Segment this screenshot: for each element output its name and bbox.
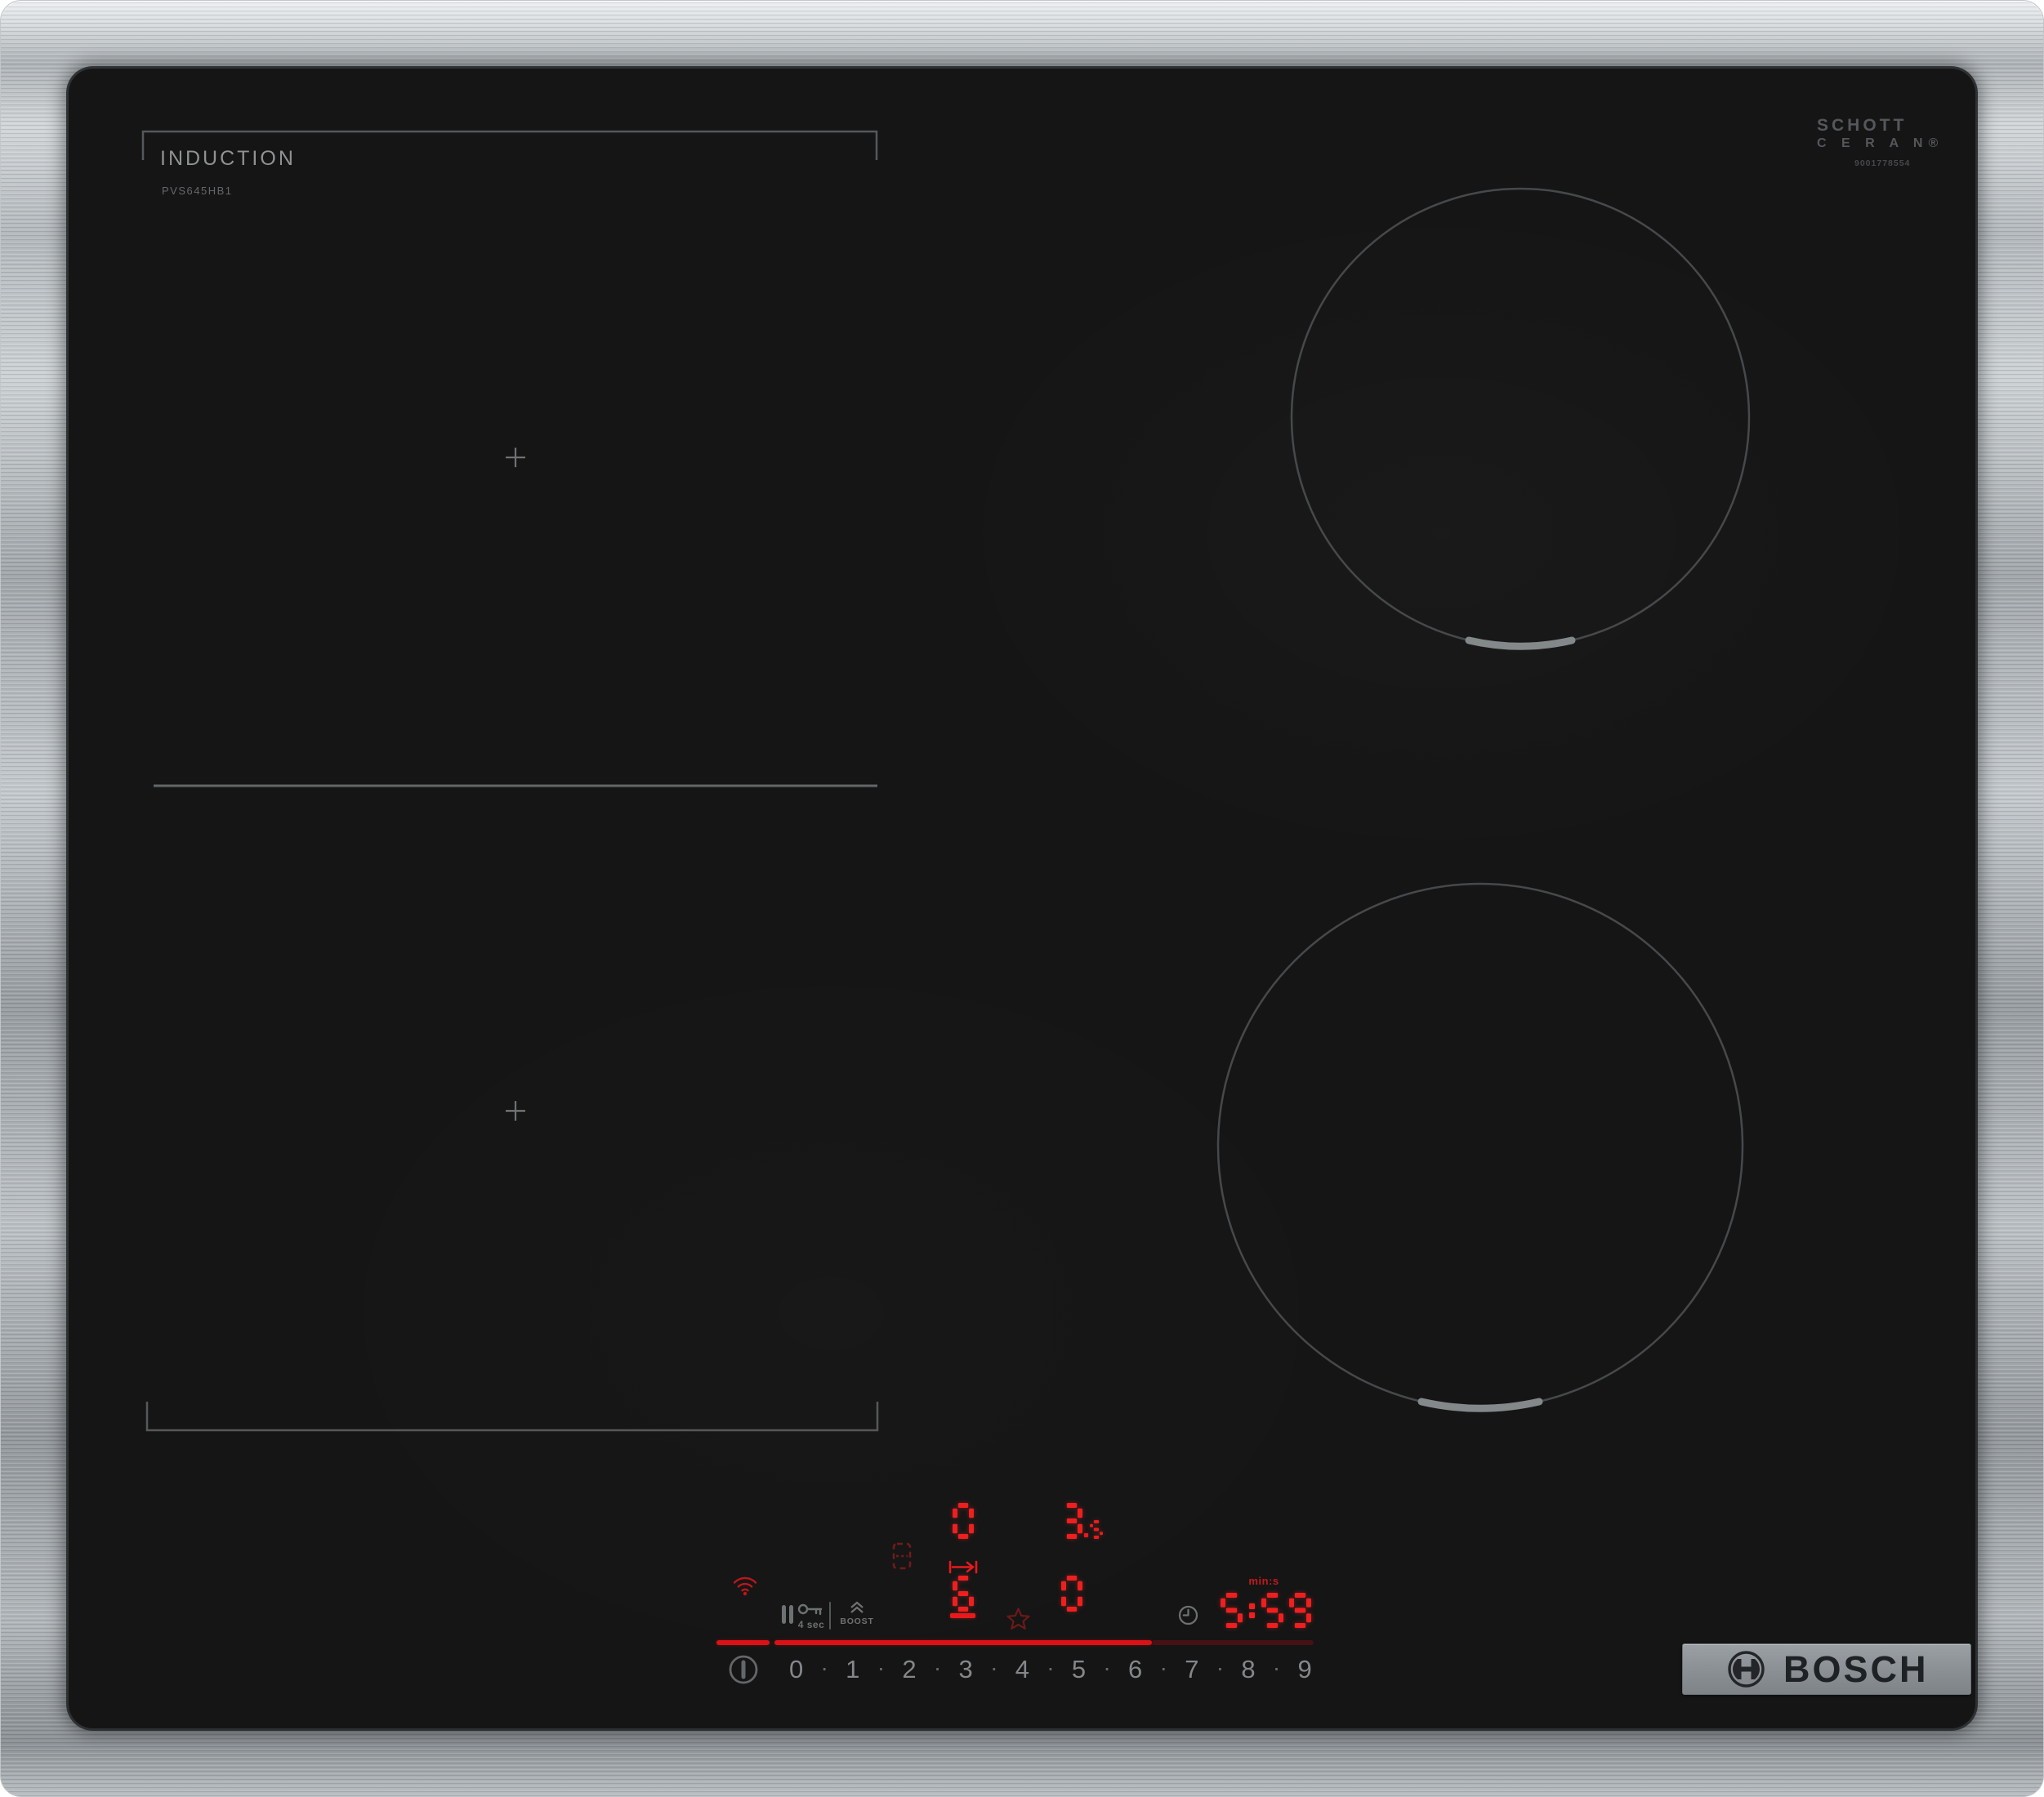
slider-dot: · xyxy=(1272,1654,1281,1680)
panel-divider xyxy=(829,1602,831,1630)
slider-line-left-segment[interactable] xyxy=(716,1640,770,1645)
slider-number-6[interactable]: 6 xyxy=(1128,1655,1142,1684)
power-icon[interactable] xyxy=(728,1654,759,1685)
bosch-badge: BOSCH xyxy=(1682,1643,1971,1695)
selected-zone-underline xyxy=(950,1613,975,1618)
slider-line-main-segment[interactable] xyxy=(774,1640,1152,1645)
front-right-power-display xyxy=(1061,1576,1082,1612)
slider-number-1[interactable]: 1 xyxy=(846,1655,859,1684)
timer-digit-seconds-tens xyxy=(1261,1593,1283,1628)
glass-serial-number: 9001778554 xyxy=(1854,158,1911,168)
slider-number-9[interactable]: 9 xyxy=(1298,1655,1312,1684)
power-slider-scale[interactable]: 0 · 1 · 2 · 3 · 4 · 5 · 6 · 7 · 8 · 9 xyxy=(789,1655,1312,1683)
schott-logo-line1: SCHOTT xyxy=(1817,116,1908,135)
timer-digit-seconds-ones xyxy=(1289,1593,1311,1628)
key-lock-icon[interactable] xyxy=(797,1602,823,1619)
slider-dot: · xyxy=(1103,1654,1111,1680)
star-icon[interactable] xyxy=(1006,1607,1031,1631)
rear-right-power-decimal-point xyxy=(1084,1533,1088,1537)
schott-logo-line2: C E R A N® xyxy=(1817,136,1944,150)
wifi-icon xyxy=(733,1576,757,1596)
induction-label: INDUCTION xyxy=(160,147,296,170)
ceran-glass-surface xyxy=(69,69,1975,1728)
bosch-wordmark: BOSCH xyxy=(1783,1648,1929,1690)
slider-dot: · xyxy=(1159,1654,1167,1680)
model-number-label: PVS645HB1 xyxy=(162,185,233,197)
slider-number-5[interactable]: 5 xyxy=(1072,1655,1086,1684)
slider-number-2[interactable]: 2 xyxy=(902,1655,916,1684)
slider-dot: · xyxy=(1047,1654,1055,1680)
slider-number-4[interactable]: 4 xyxy=(1015,1655,1029,1684)
slider-number-8[interactable]: 8 xyxy=(1241,1655,1255,1684)
bosch-emblem-icon xyxy=(1728,1651,1765,1688)
boost-label[interactable]: BOOST xyxy=(839,1616,875,1626)
clock-icon[interactable] xyxy=(1178,1605,1198,1625)
boost-chevrons-icon[interactable] xyxy=(850,1601,864,1614)
rear-right-power-fraction-display xyxy=(1090,1520,1103,1539)
flexzone-icon[interactable] xyxy=(892,1542,912,1570)
timer-colon xyxy=(1249,1600,1255,1621)
schott-ceran-logo: SCHOTT C E R A N® 9001778554 xyxy=(1817,116,1944,168)
timer-digit-minutes xyxy=(1221,1593,1243,1628)
pause-icon[interactable] xyxy=(781,1604,794,1625)
slider-dot: · xyxy=(990,1654,998,1680)
key-lock-duration-label: 4 sec xyxy=(797,1619,825,1630)
slider-number-3[interactable]: 3 xyxy=(959,1655,973,1684)
slider-dot: · xyxy=(820,1654,828,1680)
flex-bottom-power-display xyxy=(953,1576,974,1612)
slider-line-dim-tail xyxy=(1152,1640,1314,1645)
bridge-arrow-icon xyxy=(948,1560,978,1574)
slider-dot: · xyxy=(933,1654,942,1680)
slider-dot: · xyxy=(877,1654,886,1680)
timer-unit-label: min:s xyxy=(1248,1575,1279,1587)
slider-number-0[interactable]: 0 xyxy=(789,1655,803,1684)
slider-dot: · xyxy=(1216,1654,1225,1680)
rear-right-power-display xyxy=(1061,1503,1082,1539)
product-photo-bosch-induction-hob: { "colors": { "glass": "#151515", "steel… xyxy=(0,0,2044,1797)
slider-number-7[interactable]: 7 xyxy=(1185,1655,1198,1684)
flex-top-power-display xyxy=(953,1503,974,1539)
